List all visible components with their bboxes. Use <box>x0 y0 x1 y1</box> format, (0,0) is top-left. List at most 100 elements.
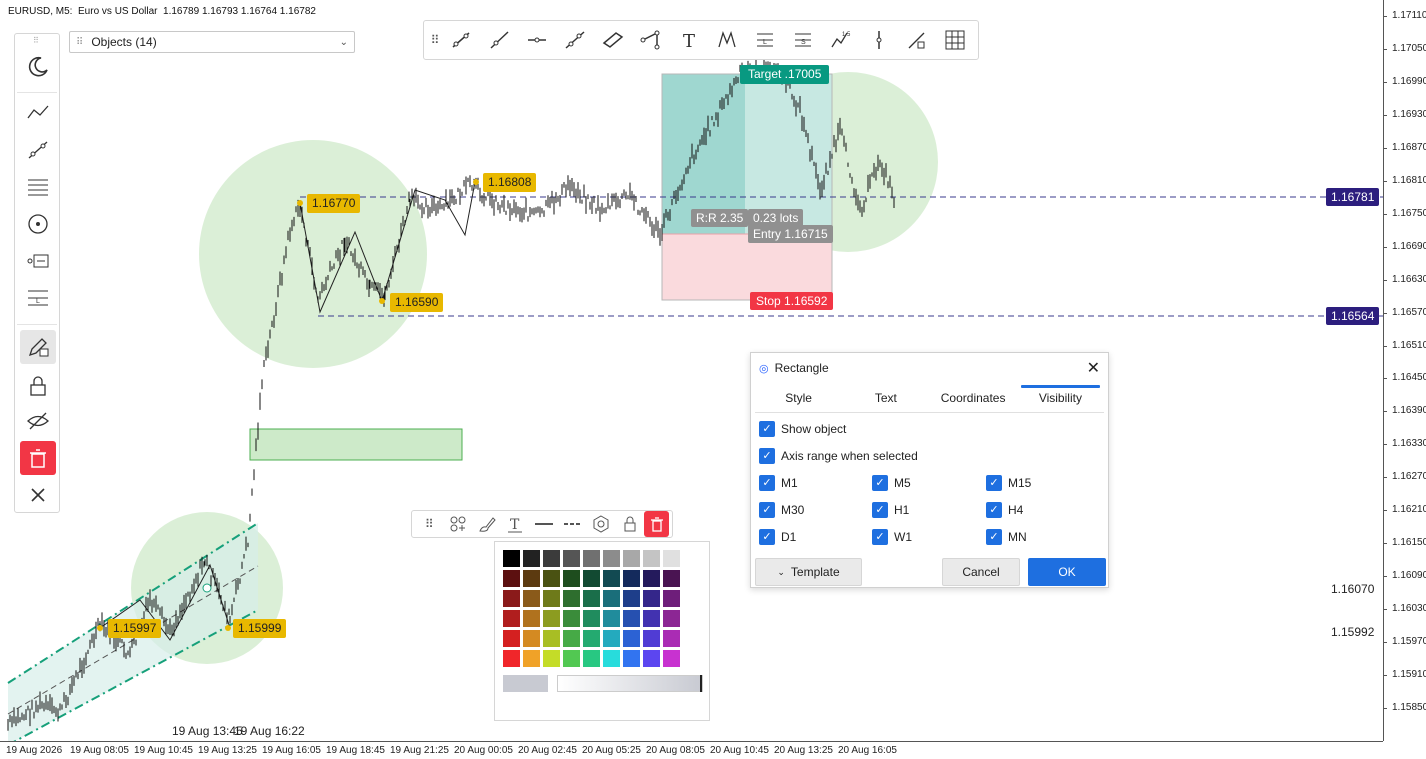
horizontal-line-icon[interactable] <box>518 24 556 56</box>
settings-icon[interactable] <box>587 512 616 536</box>
timeframe-checkbox-d1[interactable]: ✓D1 <box>759 529 796 545</box>
timeframe-checkbox-m15[interactable]: ✓M15 <box>986 475 1031 491</box>
line-width-icon[interactable] <box>530 512 559 536</box>
grid-icon[interactable] <box>936 24 974 56</box>
color-swatch[interactable] <box>663 630 680 647</box>
path-icon[interactable] <box>632 24 670 56</box>
color-swatch[interactable] <box>563 590 580 607</box>
rectangle-object[interactable] <box>250 429 462 460</box>
channel-icon[interactable] <box>594 24 632 56</box>
color-swatch[interactable] <box>603 570 620 587</box>
color-swatch[interactable] <box>623 650 640 667</box>
checkmark-icon[interactable]: ✓ <box>872 529 888 545</box>
ok-button[interactable]: OK <box>1028 558 1106 586</box>
objects-dropdown[interactable]: ⠿ Objects (14) ⌄ <box>69 31 355 53</box>
timeframe-checkbox-m5[interactable]: ✓M5 <box>872 475 911 491</box>
checkmark-icon[interactable]: ✓ <box>872 502 888 518</box>
trendline-tool-icon[interactable] <box>20 133 56 167</box>
color-swatch[interactable] <box>543 550 560 567</box>
color-swatch[interactable] <box>623 590 640 607</box>
tab-style[interactable]: Style <box>755 383 842 412</box>
color-swatch[interactable] <box>543 610 560 627</box>
color-swatch[interactable] <box>643 630 660 647</box>
color-swatch[interactable] <box>563 610 580 627</box>
template-button[interactable]: ⌄Template <box>755 558 862 586</box>
moon-icon[interactable] <box>20 50 56 84</box>
grip-icon[interactable]: ⠿ <box>428 24 442 56</box>
vertical-line-icon[interactable] <box>860 24 898 56</box>
templates-icon[interactable] <box>444 512 473 536</box>
timeframe-checkbox-m30[interactable]: ✓M30 <box>759 502 804 518</box>
color-swatch[interactable] <box>583 650 600 667</box>
color-swatch[interactable] <box>523 610 540 627</box>
checkmark-icon[interactable]: ✓ <box>759 475 775 491</box>
trash-icon[interactable] <box>644 511 669 537</box>
measure-icon[interactable] <box>898 24 936 56</box>
color-swatch[interactable] <box>623 610 640 627</box>
trendline-icon[interactable] <box>442 24 480 56</box>
checkmark-icon[interactable]: ✓ <box>759 421 775 437</box>
text-icon[interactable]: T <box>670 24 708 56</box>
extended-line-icon[interactable] <box>556 24 594 56</box>
price-label[interactable]: 1.15997 <box>108 619 161 638</box>
brush-icon[interactable] <box>472 512 501 536</box>
price-label[interactable]: 1.15999 <box>233 619 286 638</box>
color-swatch[interactable] <box>663 610 680 627</box>
close-icon[interactable]: ✕ <box>1087 358 1100 378</box>
checkmark-icon[interactable]: ✓ <box>872 475 888 491</box>
color-swatch[interactable] <box>523 650 540 667</box>
draw-lock-icon[interactable] <box>20 330 56 364</box>
close-icon[interactable] <box>20 478 56 512</box>
color-swatch[interactable] <box>603 550 620 567</box>
slider-handle[interactable] <box>700 675 702 692</box>
price-label[interactable]: 1.16808 <box>483 173 536 192</box>
tab-coordinates[interactable]: Coordinates <box>930 383 1017 412</box>
pattern-icon[interactable] <box>708 24 746 56</box>
timeframe-checkbox-m1[interactable]: ✓M1 <box>759 475 798 491</box>
color-swatch[interactable] <box>563 650 580 667</box>
price-label[interactable]: 1.16770 <box>307 194 360 213</box>
color-swatch[interactable] <box>603 630 620 647</box>
color-swatch[interactable] <box>563 630 580 647</box>
color-swatch[interactable] <box>623 570 640 587</box>
color-swatch[interactable] <box>543 570 560 587</box>
show-object-checkbox[interactable]: ✓Show object <box>759 421 846 437</box>
tab-text[interactable]: Text <box>842 383 929 412</box>
color-swatch[interactable] <box>503 570 520 587</box>
color-swatch[interactable] <box>543 650 560 667</box>
color-swatch[interactable] <box>523 570 540 587</box>
position-tool[interactable] <box>662 74 832 300</box>
color-swatch[interactable] <box>603 650 620 667</box>
color-swatch[interactable] <box>583 630 600 647</box>
color-swatch[interactable] <box>523 550 540 567</box>
label-tool-icon[interactable] <box>20 244 56 278</box>
color-swatch[interactable] <box>563 570 580 587</box>
color-swatch[interactable] <box>643 590 660 607</box>
entry-label[interactable]: Entry 1.16715 <box>748 225 833 243</box>
color-swatch[interactable] <box>583 590 600 607</box>
color-swatch[interactable] <box>643 570 660 587</box>
price-label[interactable]: 1.16590 <box>390 293 443 312</box>
color-swatch[interactable] <box>603 590 620 607</box>
checkmark-icon[interactable]: ✓ <box>986 529 1002 545</box>
stop-label[interactable]: Stop 1.16592 <box>750 292 833 310</box>
color-swatch[interactable] <box>583 550 600 567</box>
color-swatch[interactable] <box>603 610 620 627</box>
hide-icon[interactable] <box>20 404 56 438</box>
timeframe-checkbox-mn[interactable]: ✓MN <box>986 529 1027 545</box>
color-swatch[interactable] <box>663 550 680 567</box>
target-label[interactable]: Target .17005 <box>740 65 829 84</box>
color-swatch[interactable] <box>623 630 640 647</box>
lock-icon[interactable] <box>20 369 56 403</box>
color-swatch[interactable] <box>523 630 540 647</box>
checkmark-icon[interactable]: ✓ <box>986 475 1002 491</box>
line-style-icon[interactable] <box>558 512 587 536</box>
color-swatch[interactable] <box>643 550 660 567</box>
checkmark-icon[interactable]: ✓ <box>759 529 775 545</box>
checkmark-icon[interactable]: ✓ <box>986 502 1002 518</box>
color-swatch[interactable] <box>643 650 660 667</box>
timeframe-checkbox-w1[interactable]: ✓W1 <box>872 529 912 545</box>
grip-icon[interactable]: ⠿ <box>415 512 444 536</box>
color-swatch[interactable] <box>583 570 600 587</box>
color-swatch[interactable] <box>663 590 680 607</box>
